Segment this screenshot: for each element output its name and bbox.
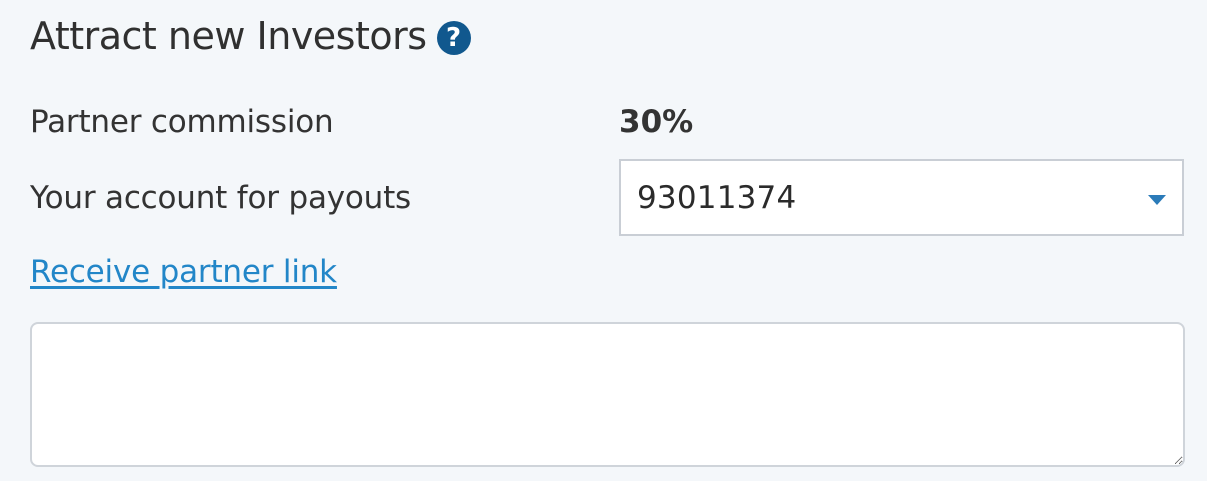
partner-commission-label: Partner commission <box>30 104 334 140</box>
payout-account-selected-value: 93011374 <box>637 179 797 216</box>
partner-link-textarea[interactable] <box>30 322 1185 467</box>
chevron-down-icon <box>1148 195 1166 205</box>
receive-partner-link[interactable]: Receive partner link <box>30 254 337 290</box>
page-title: Attract new Investors <box>30 14 427 58</box>
section-header: Attract new Investors ? <box>30 14 471 58</box>
payout-account-label: Your account for payouts <box>30 180 412 216</box>
partner-commission-value: 30% <box>619 104 694 140</box>
payout-account-select[interactable]: 93011374 <box>619 159 1184 236</box>
help-question-icon[interactable]: ? <box>436 21 471 55</box>
